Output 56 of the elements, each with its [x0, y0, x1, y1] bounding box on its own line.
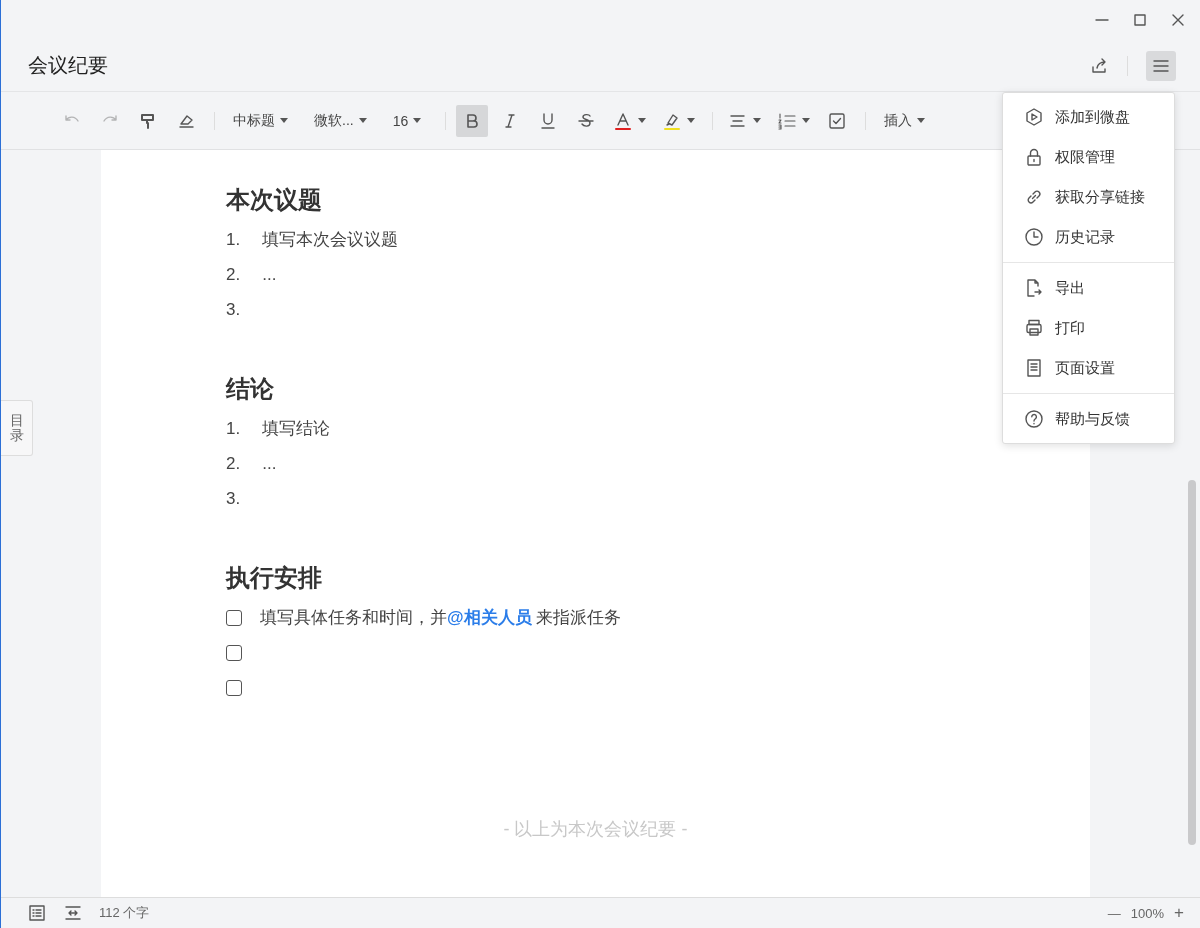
- section-heading: 结论: [226, 374, 274, 404]
- print-icon: [1024, 318, 1044, 338]
- zoom-out-button[interactable]: —: [1107, 905, 1121, 921]
- zoom-level: 100%: [1130, 905, 1165, 921]
- menu-item[interactable]: 添加到微盘: [1003, 97, 1174, 137]
- list-item-text: ...: [262, 453, 277, 474]
- export-icon: [1024, 278, 1044, 298]
- list-item-text: 填写结论: [262, 418, 331, 440]
- help-icon: [1024, 409, 1044, 429]
- list-number: 2.: [226, 264, 241, 285]
- list-number: 3.: [226, 299, 241, 320]
- list-number: 1.: [226, 418, 241, 439]
- scrollbar-thumb[interactable]: [1188, 480, 1196, 845]
- zoom-in-button[interactable]: +: [1174, 903, 1184, 923]
- list-item-text: ...: [262, 264, 277, 285]
- caret-icon: [753, 118, 762, 123]
- menu-item[interactable]: 帮助与反馈: [1003, 399, 1174, 439]
- outline-tab[interactable]: 目录: [1, 400, 33, 456]
- dropdown-button[interactable]: 微软...: [306, 104, 375, 137]
- outline-icon[interactable]: [27, 903, 47, 923]
- menu-item[interactable]: 历史记录: [1003, 217, 1174, 257]
- menu-item[interactable]: 打印: [1003, 308, 1174, 348]
- document-title: 会议纪要: [28, 53, 109, 78]
- list-item-text: 填写本次会议议题: [262, 229, 399, 251]
- dropdown-button[interactable]: 16: [384, 104, 430, 137]
- section-heading: 执行安排: [226, 563, 322, 593]
- checkbox-icon: [827, 110, 848, 131]
- caret-icon: [638, 118, 647, 123]
- caret-icon: [413, 118, 422, 123]
- cube-icon: [1024, 107, 1044, 127]
- caret-icon: [687, 118, 696, 123]
- list-number: 2.: [226, 453, 241, 474]
- document-icon: [1024, 358, 1044, 378]
- dropdown-button[interactable]: 中标题: [225, 104, 296, 137]
- checkbox[interactable]: [226, 609, 242, 626]
- word-count: 112 个字: [99, 904, 151, 922]
- menu-item[interactable]: 权限管理: [1003, 137, 1174, 177]
- caret-icon: [358, 118, 367, 123]
- list-number: 3.: [226, 488, 241, 509]
- bold-button[interactable]: [456, 104, 489, 137]
- checkbox[interactable]: [226, 679, 242, 696]
- checkbox[interactable]: [226, 644, 242, 661]
- page-width-icon[interactable]: [63, 903, 83, 923]
- section-heading: 本次议题: [226, 185, 322, 215]
- dropdown-button[interactable]: 插入: [876, 104, 934, 137]
- list-item-text: 填写具体任务和时间，并@相关人员 来指派任务: [260, 607, 622, 629]
- clock-icon: [1024, 227, 1044, 247]
- menu-item[interactable]: 导出: [1003, 268, 1174, 308]
- caret-icon: [280, 118, 288, 123]
- list-number: 1.: [226, 229, 241, 250]
- menu-button[interactable]: [1146, 50, 1176, 81]
- menu-item[interactable]: 获取分享链接: [1003, 177, 1174, 217]
- menu-item[interactable]: 页面设置: [1003, 348, 1174, 388]
- lock-icon: [1024, 147, 1044, 167]
- caret-icon: [802, 118, 811, 123]
- caret-icon: [917, 118, 926, 123]
